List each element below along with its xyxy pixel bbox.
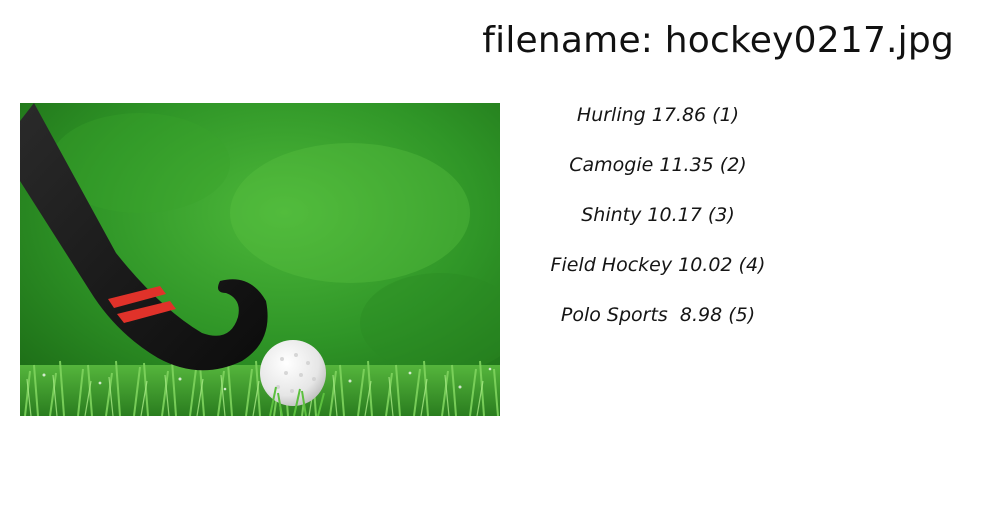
prediction-item: Hurling 17.86 (1) — [576, 104, 740, 126]
filename-label: filename: hockey0217.jpg — [482, 20, 954, 61]
hockey-photo — [20, 103, 500, 416]
prediction-list: Hurling 17.86 (1) Camogie 11.35 (2) Shin… — [530, 101, 786, 351]
prediction-item: Field Hockey 10.02 (4) — [550, 254, 766, 276]
prediction-item: Camogie 11.35 (2) — [569, 154, 747, 176]
prediction-item: Polo Sports 8.98 (5) — [560, 304, 756, 326]
prediction-item: Shinty 10.17 (3) — [581, 204, 735, 226]
